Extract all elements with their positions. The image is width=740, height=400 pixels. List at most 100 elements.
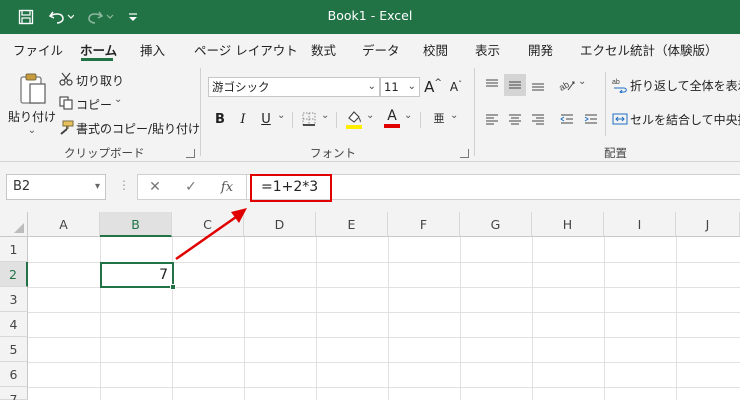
increase-indent-icon[interactable] — [580, 108, 602, 130]
tab-data[interactable]: データ — [362, 40, 400, 59]
format-painter-button[interactable]: 書式のコピー/貼り付け — [76, 120, 200, 137]
clipboard-icon — [20, 73, 46, 104]
shrink-font-label: A — [449, 80, 459, 94]
phonetic-guide-button[interactable]: 亜 — [428, 106, 450, 130]
align-right-icon[interactable] — [527, 108, 549, 130]
fill-color-icon[interactable] — [343, 108, 365, 130]
tab-insert[interactable]: 挿入 — [140, 40, 165, 59]
chevron-down-icon[interactable]: ⌄ — [277, 110, 285, 121]
worksheet-grid: A B C D E F G H I J 1 2 3 4 5 6 7 — [0, 212, 740, 400]
chevron-down-icon[interactable]: ⌄ — [114, 94, 122, 105]
cancel-icon[interactable]: ✕ — [144, 176, 166, 198]
row-header-6[interactable]: 6 — [0, 362, 28, 387]
merge-center-icon — [610, 108, 630, 130]
inline-separator — [420, 112, 421, 128]
wrap-text-icon: ab — [610, 74, 630, 96]
alignment-group-label: 配置 — [604, 146, 627, 160]
row-header-4[interactable]: 4 — [0, 312, 28, 337]
formula-bar-grip-icon[interactable]: ⋮ — [118, 178, 130, 192]
row-header-1[interactable]: 1 — [0, 237, 28, 262]
column-header-i[interactable]: I — [604, 212, 676, 237]
name-box[interactable]: B2 ▾ — [6, 174, 106, 200]
row-header-5[interactable]: 5 — [0, 337, 28, 362]
row-header-3[interactable]: 3 — [0, 287, 28, 312]
enter-icon[interactable]: ✓ — [180, 176, 202, 198]
chevron-down-icon: ⌄ — [367, 81, 376, 92]
column-header-b[interactable]: B — [100, 212, 172, 237]
italic-button[interactable]: I — [233, 108, 253, 130]
caret-up-icon: ^ — [434, 77, 442, 88]
formula-highlight-box — [250, 174, 332, 202]
clipboard-dialog-launcher-icon[interactable] — [186, 149, 195, 158]
wrap-text-button[interactable]: 折り返して全体を表示する — [630, 77, 740, 94]
svg-text:ab: ab — [558, 79, 571, 93]
column-header-a[interactable]: A — [28, 212, 100, 237]
font-color-button[interactable]: A — [381, 106, 403, 130]
insert-function-icon[interactable]: fx — [216, 176, 238, 198]
caret-down-icon: ˇ — [458, 79, 463, 89]
chevron-down-icon: ⌄ — [407, 81, 416, 92]
fill-handle[interactable] — [170, 284, 176, 290]
clipboard-group-label: クリップボード — [64, 146, 145, 160]
tab-view[interactable]: 表示 — [475, 40, 500, 59]
row-header-2[interactable]: 2 — [0, 262, 28, 287]
inline-separator — [292, 112, 293, 128]
copy-button[interactable]: コピー — [76, 96, 112, 113]
align-top-icon[interactable] — [481, 74, 503, 96]
select-all-triangle-icon — [14, 223, 24, 233]
column-header-c[interactable]: C — [172, 212, 244, 237]
inline-separator — [336, 112, 337, 128]
column-header-f[interactable]: F — [388, 212, 460, 237]
active-cell-b2[interactable]: 7 — [100, 262, 174, 288]
row-header-7[interactable]: 7 — [0, 387, 28, 400]
shrink-font-button[interactable]: Aˇ — [446, 76, 466, 98]
underline-button[interactable]: U — [256, 108, 276, 130]
select-all-button[interactable] — [0, 212, 28, 237]
tab-page-layout[interactable]: ページ レイアウト — [194, 40, 298, 59]
align-center-icon[interactable] — [504, 108, 526, 130]
align-left-icon[interactable] — [481, 108, 503, 130]
font-color-swatch — [384, 123, 400, 128]
align-middle-icon[interactable] — [504, 74, 526, 96]
grow-font-button[interactable]: A ^ — [423, 76, 443, 98]
borders-icon[interactable] — [298, 108, 320, 130]
decrease-indent-icon[interactable] — [556, 108, 578, 130]
svg-text:ab: ab — [612, 79, 620, 86]
tab-review[interactable]: 校閲 — [423, 40, 448, 59]
chevron-down-icon[interactable]: ⌄ — [321, 110, 329, 121]
gridline — [28, 337, 740, 338]
tab-developer[interactable]: 開発 — [528, 40, 553, 59]
group-separator — [474, 68, 475, 156]
font-size-combobox[interactable]: 11 ⌄ — [380, 77, 420, 97]
chevron-down-icon[interactable]: ⌄ — [578, 76, 586, 87]
bold-button[interactable]: B — [210, 108, 230, 130]
merge-center-button[interactable]: セルを結合して中央揃え — [630, 111, 740, 128]
tab-formulas[interactable]: 数式 — [311, 40, 336, 59]
tab-excel-statistics[interactable]: エクセル統計（体験版） — [580, 40, 718, 59]
align-bottom-icon[interactable] — [527, 74, 549, 96]
font-name-value: 游ゴシック — [212, 80, 270, 94]
font-name-combobox[interactable]: 游ゴシック ⌄ — [208, 77, 380, 97]
cut-button[interactable]: 切り取り — [76, 72, 124, 89]
fill-color-swatch — [346, 124, 362, 129]
name-box-value: B2 — [13, 179, 31, 194]
tab-file[interactable]: ファイル — [13, 40, 63, 59]
font-group-label: フォント — [310, 146, 356, 160]
column-header-d[interactable]: D — [244, 212, 316, 237]
cell-b2-value: 7 — [159, 267, 168, 283]
title-bar: Book1 - Excel — [0, 0, 740, 34]
column-header-j[interactable]: J — [676, 212, 740, 237]
paste-button[interactable]: 貼り付け ⌄ — [8, 68, 56, 140]
column-header-e[interactable]: E — [316, 212, 388, 237]
chevron-down-icon[interactable]: ⌄ — [404, 110, 412, 121]
font-dialog-launcher-icon[interactable] — [460, 149, 469, 158]
copy-icon — [58, 94, 74, 112]
chevron-down-icon[interactable]: ⌄ — [366, 110, 374, 121]
orientation-icon[interactable]: ab — [556, 74, 578, 96]
chevron-down-icon[interactable]: ⌄ — [450, 110, 458, 121]
grow-font-label: A — [424, 78, 435, 96]
column-header-h[interactable]: H — [532, 212, 604, 237]
tab-home[interactable]: ホーム — [80, 40, 117, 59]
column-header-g[interactable]: G — [460, 212, 532, 237]
format-painter-icon — [58, 118, 74, 136]
